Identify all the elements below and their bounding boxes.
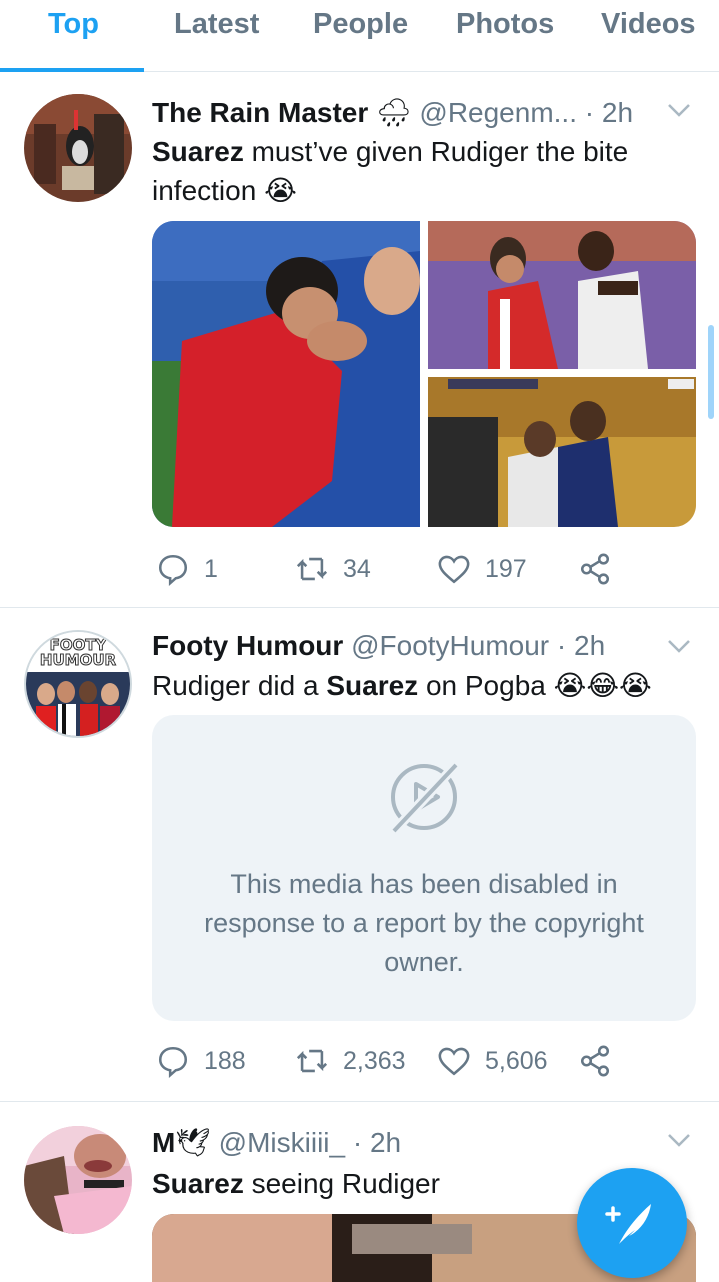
tweet-header: The Rain Master 🌧 @Regenm... · 2h [152,96,633,129]
username[interactable]: @Miskiiii_ [219,1127,345,1158]
like-button[interactable]: 5,606 [437,1041,548,1081]
media-photo-3[interactable] [428,377,696,527]
reply-icon [158,554,188,586]
compose-tweet-button[interactable] [577,1168,687,1278]
tab-videos[interactable]: Videos [601,8,696,41]
chevron-down-icon[interactable] [665,96,693,124]
video-disabled-icon [390,761,460,835]
display-name[interactable]: M [152,1127,175,1158]
retweet-icon [296,1049,328,1073]
tweet-text-bold: Suarez [152,1168,244,1199]
tab-people[interactable]: People [313,8,408,41]
avatar[interactable]: FOOTY HUMOUR [24,630,132,738]
media-photo-2[interactable] [428,221,696,369]
tweet[interactable]: The Rain Master 🌧 @Regenm... · 2h Suarez… [0,72,719,608]
tweet-text-bold: Suarez [326,670,419,701]
timestamp[interactable]: · 2h [585,97,633,128]
heart-icon [438,1047,470,1076]
timestamp[interactable]: · 2h [353,1127,401,1158]
reply-count: 188 [204,1046,246,1075]
tweet[interactable]: FOOTY HUMOUR Footy Humour @FootyHumour ·… [0,608,719,1102]
tweet-media-grid[interactable] [152,221,696,527]
tweet-text-bold: Suarez [152,136,244,167]
tweet-text: Suarez must’ve given Rudiger the bite in… [152,132,692,210]
chevron-down-icon[interactable] [665,1126,693,1154]
tweet-actions: 188 2,363 5,606 [152,1041,692,1081]
dove-emoji: 🕊 [175,1127,211,1158]
reply-icon [158,1046,188,1078]
media-disabled-placeholder: This media has been disabled in response… [152,715,696,1021]
reply-count: 1 [204,554,218,583]
avatar-logo-text: FOOTY HUMOUR [26,637,130,669]
share-icon [580,553,610,585]
display-name[interactable]: Footy Humour [152,630,343,661]
tweet-text-body: Rudiger did a [152,670,327,701]
timestamp[interactable]: · 2h [557,630,605,661]
username[interactable]: @FootyHumour [351,630,549,661]
tweet-text-body: on Pogba [418,670,554,701]
tweet-text: Rudiger did a Suarez on Pogba 😭😂😭 [152,666,692,705]
tweet-header: M🕊 @Miskiiii_ · 2h [152,1126,401,1159]
scrollbar[interactable] [708,325,714,419]
tweet-actions: 1 34 197 [152,549,692,589]
heart-icon [438,555,470,584]
share-button[interactable] [578,1041,626,1081]
compose-tweet-icon [605,1204,651,1244]
retweet-button[interactable]: 34 [295,549,371,589]
avatar-logo-line: HUMOUR [39,651,117,669]
avatar[interactable] [24,1126,132,1234]
username[interactable]: @Regenm... [419,97,577,128]
tab-top[interactable]: Top [48,8,99,41]
share-button[interactable] [578,549,626,589]
media-photo-1[interactable] [152,221,420,527]
tab-photos[interactable]: Photos [456,8,554,41]
avatar[interactable] [24,94,132,202]
retweet-button[interactable]: 2,363 [295,1041,406,1081]
retweet-icon [296,557,328,581]
reply-button[interactable]: 188 [156,1041,246,1081]
tab-latest[interactable]: Latest [174,8,259,41]
rain-cloud-emoji: 🌧 [376,97,412,128]
search-tabs: Top Latest People Photos Videos [0,0,719,72]
emoji-sequence: 😭😂😭 [553,670,652,701]
like-button[interactable]: 197 [437,549,527,589]
tweet-text-body: seeing Rudiger [243,1168,440,1199]
like-count: 197 [485,554,527,583]
chevron-down-icon[interactable] [665,632,693,660]
retweet-count: 2,363 [343,1046,406,1075]
retweet-count: 34 [343,554,371,583]
media-disabled-message: This media has been disabled in response… [204,869,644,977]
share-icon [580,1045,610,1077]
tweet-header: Footy Humour @FootyHumour · 2h [152,630,605,662]
like-count: 5,606 [485,1046,548,1075]
display-name[interactable]: The Rain Master [152,97,368,128]
reply-button[interactable]: 1 [156,549,218,589]
crying-face-emoji: 😭 [264,175,297,206]
